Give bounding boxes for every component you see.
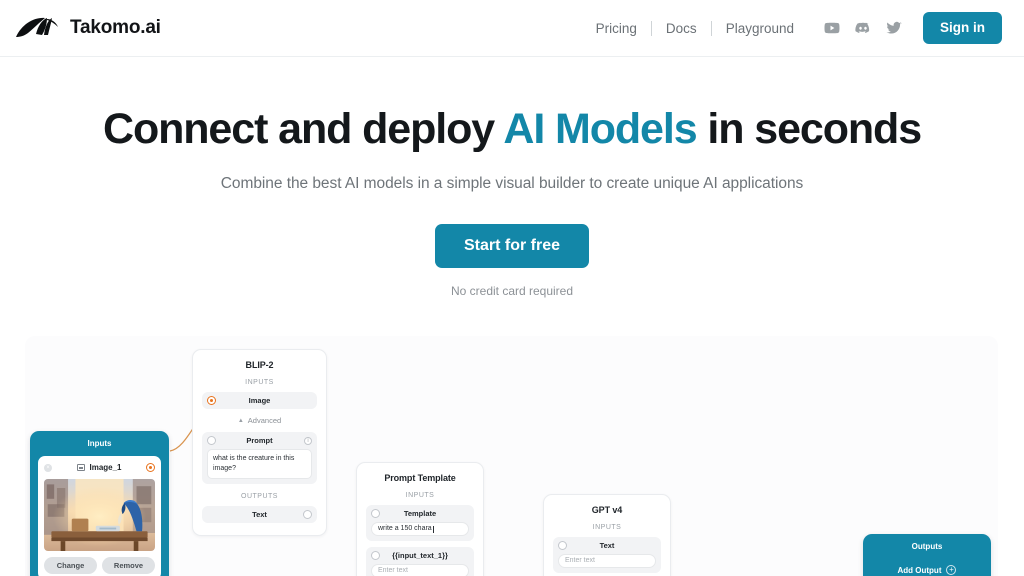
change-image-button[interactable]: Change (44, 557, 97, 574)
inputs-node-title: Inputs (87, 439, 112, 448)
prompt-template-var-input[interactable]: Enter text (371, 564, 469, 576)
blip2-advanced-toggle[interactable]: ▲ Advanced (202, 416, 317, 425)
close-icon[interactable]: × (44, 463, 52, 472)
prompt-template-node[interactable]: Prompt Template INPUTS Template write a … (356, 462, 484, 576)
blip2-advanced-label: Advanced (247, 416, 282, 425)
gpt-v4-text-field-group: Text Enter text (553, 537, 661, 573)
nav-links: Pricing Docs Playground (582, 20, 808, 36)
edge-layer (169, 404, 214, 452)
brand-logo-link[interactable]: Takomo.ai (14, 15, 161, 41)
blip2-node-title: BLIP-2 (245, 360, 274, 370)
blip2-prompt-port-row[interactable]: Prompt i (202, 432, 317, 449)
plus-icon[interactable]: + (946, 565, 957, 575)
blip2-prompt-port-label: Prompt (246, 436, 273, 445)
input-item-name-group: Image_1 (77, 463, 122, 472)
input-port-template[interactable] (371, 509, 380, 518)
blip2-outputs-label: OUTPUTS (241, 493, 278, 501)
input-item-header: × Image_1 (44, 461, 155, 474)
brand-name: Takomo.ai (70, 17, 161, 38)
gpt-v4-text-port-row[interactable]: Text (553, 537, 661, 554)
input-item-card: × Image_1 Change Remove (38, 456, 161, 576)
output-port-image-1[interactable] (146, 463, 155, 472)
prompt-template-input-value: write a 150 chara (378, 525, 432, 533)
inputs-node[interactable]: Inputs × Image_1 Change Remove (30, 431, 169, 576)
text-cursor (432, 525, 434, 533)
nav-link-docs[interactable]: Docs (652, 21, 711, 36)
twitter-icon[interactable] (885, 19, 903, 37)
output-port-text[interactable] (303, 510, 312, 520)
hero-section: Connect and deploy AI Models in seconds … (0, 57, 1024, 298)
input-item-name: Image_1 (89, 463, 122, 472)
add-output-label: Add Output (897, 565, 942, 575)
blip2-text-output-label: Text (252, 510, 267, 520)
prompt-template-inputs-label: INPUTS (405, 492, 435, 499)
prompt-template-field-group: Template write a 150 chara (366, 505, 474, 541)
discord-icon[interactable] (854, 19, 872, 37)
page-title: Connect and deploy AI Models in seconds (0, 105, 1024, 153)
blip2-inputs-label: INPUTS (245, 379, 274, 386)
input-item-actions: Change Remove (44, 557, 155, 574)
social-links-group (823, 19, 903, 37)
prompt-template-var-label: {{input_text_1}} (392, 551, 448, 560)
start-for-free-button[interactable]: Start for free (434, 224, 590, 269)
nav-link-playground[interactable]: Playground (712, 21, 808, 36)
blip2-text-output-row[interactable]: Text (202, 506, 317, 524)
hero-title-part1: Connect and deploy (102, 105, 504, 153)
prompt-template-var-port-row[interactable]: {{input_text_1}} (366, 547, 474, 564)
image-icon (77, 464, 86, 471)
gpt-v4-node[interactable]: GPT v4 INPUTS Text Enter text (543, 494, 671, 576)
blip2-image-port-row[interactable]: Image (202, 392, 317, 409)
nav-link-pricing[interactable]: Pricing (582, 21, 651, 36)
remove-image-button[interactable]: Remove (102, 557, 155, 574)
input-port-text[interactable] (558, 541, 567, 550)
blip2-image-port-label: Image (248, 396, 271, 405)
sign-in-button[interactable]: Sign in (923, 12, 1002, 44)
hero-title-part2: in seconds (696, 105, 922, 153)
blip2-prompt-field-group: Prompt i what is the creature in this im… (202, 432, 317, 485)
prompt-template-port-row[interactable]: Template (366, 505, 474, 522)
input-image-thumbnail[interactable] (44, 479, 155, 551)
youtube-icon[interactable] (823, 19, 841, 37)
blip2-prompt-input[interactable]: what is the creature in this image? (207, 449, 312, 480)
info-icon[interactable]: i (304, 436, 312, 445)
top-navigation-bar: Takomo.ai Pricing Docs Playground Sign i… (0, 0, 1024, 57)
gpt-v4-text-input[interactable]: Enter text (558, 554, 656, 568)
takomo-bird-logo-icon (14, 15, 60, 41)
chevron-up-icon: ▲ (237, 417, 244, 424)
input-port-image[interactable] (207, 396, 216, 405)
outputs-node-title: Outputs (911, 542, 943, 551)
hero-title-accent: AI Models (503, 105, 697, 153)
gpt-v4-node-title: GPT v4 (591, 505, 623, 515)
prompt-template-var-group: {{input_text_1}} Enter text (366, 547, 474, 576)
outputs-node[interactable]: Outputs Add Output + (863, 534, 991, 576)
gpt-v4-inputs-label: INPUTS (592, 524, 622, 531)
flow-canvas[interactable]: Inputs × Image_1 Change Remove BLIP-2 IN… (25, 336, 998, 576)
input-port-input-text-1[interactable] (371, 551, 380, 560)
prompt-template-input[interactable]: write a 150 chara (371, 522, 469, 536)
prompt-template-node-title: Prompt Template (384, 473, 456, 483)
add-output-row[interactable]: Add Output + (871, 565, 983, 575)
blip2-node[interactable]: BLIP-2 INPUTS Image ▲ Advanced Prompt i … (192, 349, 327, 537)
nav-right-group: Pricing Docs Playground Sign in (582, 12, 1002, 44)
hero-subtitle: Combine the best AI models in a simple v… (220, 175, 804, 193)
cta-note: No credit card required (450, 284, 574, 299)
gpt-v4-text-port-label: Text (599, 541, 615, 550)
prompt-template-port-label: Template (403, 509, 437, 518)
input-port-prompt[interactable] (207, 436, 216, 445)
